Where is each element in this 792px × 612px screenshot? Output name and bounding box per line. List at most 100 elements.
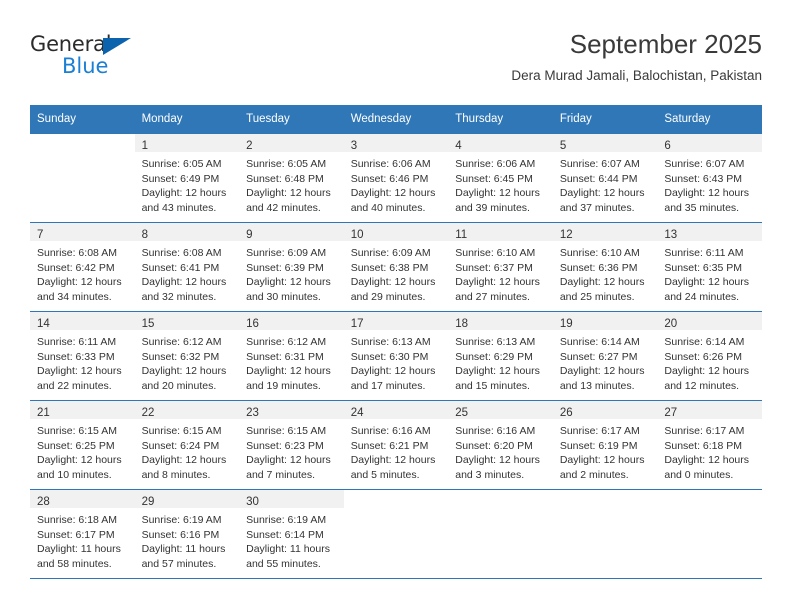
daylight-text-line1: Daylight: 12 hours <box>559 454 645 467</box>
sunrise-text: Sunrise: 6:08 AM <box>37 247 117 259</box>
page-header: General Blue September 2025 Dera Murad J… <box>30 28 762 98</box>
calendar-day-cell[interactable]: 30 Sunrise: 6:19 AM Sunset: 6:14 PM Dayligh… <box>239 489 344 579</box>
day-number-strip: 19 <box>552 312 658 330</box>
sunrise-text: Sunrise: 6:13 AM <box>455 336 536 348</box>
daylight-text-line2: and 40 minutes. <box>350 201 426 214</box>
calendar-day-cell[interactable]: 3 Sunrise: 6:06 AM Sunset: 6:46 PM Daylight… <box>343 133 449 223</box>
calendar-day-cell[interactable]: 9 Sunrise: 6:09 AM Sunset: 6:39 PM Daylight… <box>239 222 344 312</box>
day-number-strip: 26 <box>552 401 658 419</box>
day-number-strip: 18 <box>448 312 553 330</box>
calendar-day-cell[interactable]: 4 Sunrise: 6:06 AM Sunset: 6:45 PM Daylight… <box>448 133 553 223</box>
weekday-header-wednesday: Wednesday <box>343 105 449 134</box>
daylight-text-line2: and 0 minutes. <box>664 468 734 481</box>
day-number-strip: 25 <box>448 401 553 419</box>
calendar-day-cell[interactable]: 8 Sunrise: 6:08 AM Sunset: 6:41 PM Daylight… <box>134 222 240 312</box>
page-title: September 2025 <box>569 29 762 59</box>
sunrise-text: Sunrise: 6:15 AM <box>246 425 327 437</box>
daylight-text-line1: Daylight: 12 hours <box>141 187 227 200</box>
day-number-strip: 11 <box>448 223 553 241</box>
calendar-day-cell[interactable]: 13 Sunrise: 6:11 AM Sunset: 6:35 PM Dayligh… <box>657 222 762 312</box>
daylight-text-line1: Daylight: 12 hours <box>455 454 540 467</box>
sunrise-text: Sunrise: 6:09 AM <box>350 247 431 259</box>
calendar-day-cell[interactable]: 23 Sunrise: 6:15 AM Sunset: 6:23 PM Dayligh… <box>239 400 344 490</box>
day-number-strip: 20 <box>657 312 762 330</box>
daylight-text-line1: Daylight: 12 hours <box>350 454 436 467</box>
daylight-text-line2: and 37 minutes. <box>559 201 635 214</box>
day-number: 26 <box>559 407 573 419</box>
daylight-text-line2: and 17 minutes. <box>350 379 426 392</box>
calendar-day-cell[interactable]: 17 Sunrise: 6:13 AM Sunset: 6:30 PM Dayligh… <box>343 311 449 401</box>
sunrise-text: Sunrise: 6:19 AM <box>246 514 327 526</box>
calendar-day-cell[interactable]: 25 Sunrise: 6:16 AM Sunset: 6:20 PM Dayligh… <box>448 400 553 490</box>
calendar-day-cell[interactable]: 18 Sunrise: 6:13 AM Sunset: 6:29 PM Dayligh… <box>448 311 553 401</box>
calendar-day-cell[interactable]: 6 Sunrise: 6:07 AM Sunset: 6:43 PM Daylight… <box>657 133 762 223</box>
day-number-strip: 23 <box>239 401 344 419</box>
calendar-day-cell[interactable]: 2 Sunrise: 6:05 AM Sunset: 6:48 PM Daylight… <box>239 133 344 223</box>
daylight-text-line1: Daylight: 12 hours <box>350 187 436 200</box>
generalblue-logo[interactable]: General Blue <box>30 32 150 80</box>
day-number: 22 <box>141 407 155 419</box>
calendar-day-cell[interactable]: 19 Sunrise: 6:14 AM Sunset: 6:27 PM Dayligh… <box>552 311 658 401</box>
calendar-day-cell[interactable]: 29 Sunrise: 6:19 AM Sunset: 6:16 PM Dayligh… <box>134 489 240 579</box>
day-details: Sunrise: 6:07 AM Sunset: 6:43 PM Daylight:… <box>657 152 762 215</box>
daylight-text-line1: Daylight: 12 hours <box>664 454 750 467</box>
day-number: 18 <box>455 318 469 330</box>
day-details: Sunrise: 6:06 AM Sunset: 6:46 PM Daylight:… <box>344 152 449 215</box>
day-number-strip: 8 <box>134 223 240 241</box>
sunset-text: Sunset: 6:24 PM <box>141 439 220 452</box>
calendar-page: General Blue September 2025 Dera Murad J… <box>0 0 792 612</box>
sunset-text: Sunset: 6:43 PM <box>664 172 743 185</box>
daylight-text-line1: Daylight: 12 hours <box>455 276 540 289</box>
day-number-strip: 29 <box>134 490 240 508</box>
day-number: 4 <box>455 140 462 152</box>
calendar-day-cell[interactable]: 10 Sunrise: 6:09 AM Sunset: 6:38 PM Dayligh… <box>343 222 449 312</box>
daylight-text-line1: Daylight: 11 hours <box>37 543 121 556</box>
day-details: Sunrise: 6:14 AM Sunset: 6:27 PM Daylight:… <box>553 330 658 393</box>
daylight-text-line1: Daylight: 12 hours <box>455 187 540 200</box>
calendar-day-cell[interactable]: 27 Sunrise: 6:17 AM Sunset: 6:18 PM Dayligh… <box>657 400 762 490</box>
calendar-day-cell[interactable]: 20 Sunrise: 6:14 AM Sunset: 6:26 PM Dayligh… <box>657 311 762 401</box>
day-number: 14 <box>37 318 50 330</box>
calendar-day-cell[interactable]: 21 Sunrise: 6:15 AM Sunset: 6:25 PM Dayligh… <box>30 400 135 490</box>
day-number-strip: 6 <box>657 134 762 152</box>
sunset-text: Sunset: 6:14 PM <box>246 528 324 541</box>
daylight-text-line2: and 29 minutes. <box>350 290 426 303</box>
day-number-strip: 21 <box>30 401 135 419</box>
day-number-strip: 12 <box>552 223 658 241</box>
sunset-text: Sunset: 6:32 PM <box>141 350 220 363</box>
day-details: Sunrise: 6:15 AM Sunset: 6:25 PM Daylight:… <box>30 419 135 482</box>
calendar-day-cell[interactable]: 28 Sunrise: 6:18 AM Sunset: 6:17 PM Dayligh… <box>30 489 135 579</box>
calendar-day-cell[interactable]: 14 Sunrise: 6:11 AM Sunset: 6:33 PM Dayligh… <box>30 311 135 401</box>
sunset-text: Sunset: 6:23 PM <box>246 439 324 452</box>
sunset-text: Sunset: 6:48 PM <box>246 172 324 185</box>
day-number: 24 <box>350 407 364 419</box>
calendar-day-cell[interactable]: 11 Sunrise: 6:10 AM Sunset: 6:37 PM Dayligh… <box>448 222 553 312</box>
daylight-text-line2: and 55 minutes. <box>246 557 321 570</box>
calendar-day-cell[interactable]: 22 Sunrise: 6:15 AM Sunset: 6:24 PM Dayligh… <box>134 400 240 490</box>
calendar-day-cell[interactable]: 1 Sunrise: 6:05 AM Sunset: 6:49 PM Daylight… <box>134 133 240 223</box>
daylight-text-line2: and 8 minutes. <box>141 468 211 481</box>
daylight-text-line2: and 2 minutes. <box>559 468 629 481</box>
calendar-day-cell[interactable]: 12 Sunrise: 6:10 AM Sunset: 6:36 PM Dayligh… <box>552 222 658 312</box>
sunrise-text: Sunrise: 6:09 AM <box>246 247 327 259</box>
logo-triangle-icon <box>103 38 131 55</box>
calendar-day-cell[interactable]: 24 Sunrise: 6:16 AM Sunset: 6:21 PM Dayligh… <box>343 400 449 490</box>
calendar-day-cell[interactable]: 7 Sunrise: 6:08 AM Sunset: 6:42 PM Daylight… <box>30 222 135 312</box>
sunset-text: Sunset: 6:26 PM <box>664 350 743 363</box>
calendar-day-cell[interactable]: 16 Sunrise: 6:12 AM Sunset: 6:31 PM Dayligh… <box>239 311 344 401</box>
calendar-body: 1 Sunrise: 6:05 AM Sunset: 6:49 PM Daylight… <box>30 133 762 579</box>
sunrise-text: Sunrise: 6:12 AM <box>141 336 222 348</box>
calendar-day-cell[interactable]: 15 Sunrise: 6:12 AM Sunset: 6:32 PM Dayligh… <box>134 311 240 401</box>
day-details: Sunrise: 6:12 AM Sunset: 6:31 PM Daylight:… <box>239 330 344 393</box>
daylight-text-line2: and 25 minutes. <box>559 290 635 303</box>
sunset-text: Sunset: 6:21 PM <box>350 439 429 452</box>
calendar-day-cell[interactable]: 26 Sunrise: 6:17 AM Sunset: 6:19 PM Dayligh… <box>552 400 658 490</box>
sunset-text: Sunset: 6:30 PM <box>350 350 429 363</box>
daylight-text-line1: Daylight: 12 hours <box>559 187 645 200</box>
sunrise-text: Sunrise: 6:05 AM <box>246 158 327 170</box>
logo-text-general: General <box>30 32 112 56</box>
calendar-day-cell-empty <box>343 489 449 579</box>
sunset-text: Sunset: 6:44 PM <box>559 172 638 185</box>
sunrise-text: Sunrise: 6:16 AM <box>455 425 536 437</box>
calendar-day-cell[interactable]: 5 Sunrise: 6:07 AM Sunset: 6:44 PM Daylight… <box>552 133 658 223</box>
